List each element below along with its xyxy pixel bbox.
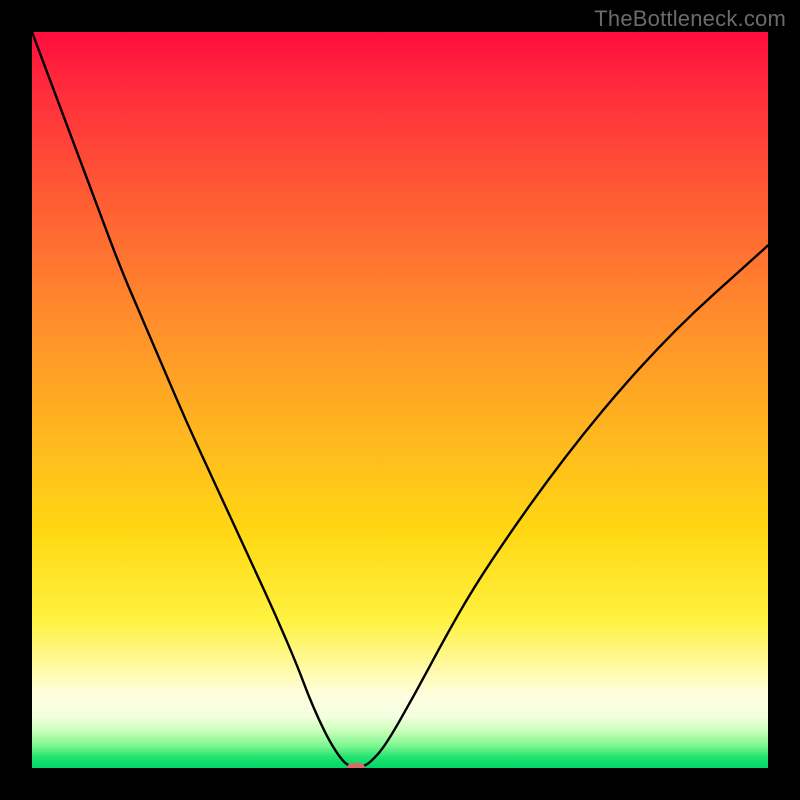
optimal-point-marker [347,763,365,768]
plot-area [32,32,768,768]
bottleneck-curve [32,32,768,768]
watermark-text: TheBottleneck.com [594,6,786,32]
chart-frame: TheBottleneck.com [0,0,800,800]
